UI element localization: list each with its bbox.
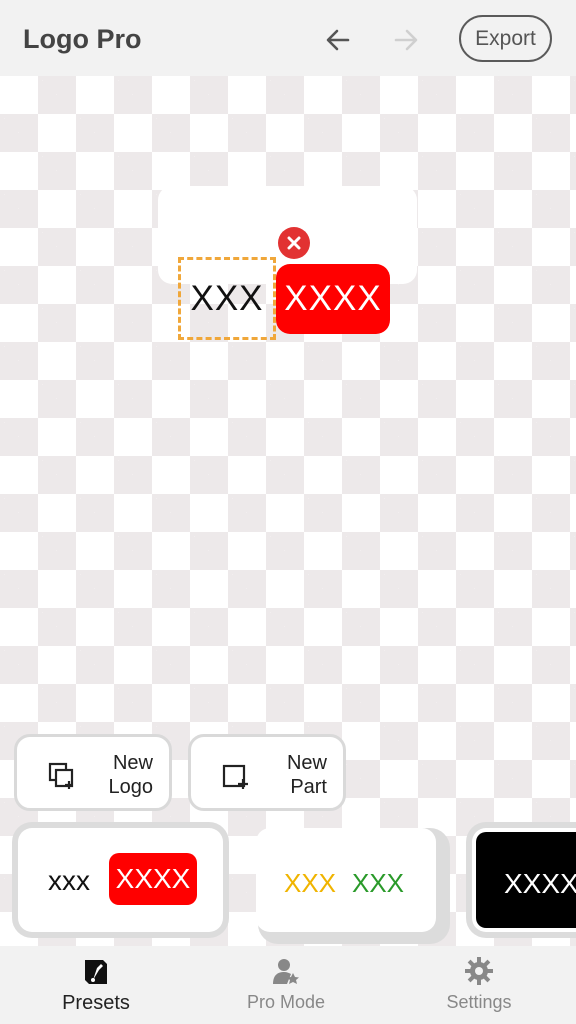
new-logo-label-line2: Logo [108,776,154,798]
settings-gear-icon [465,957,493,985]
nav-label-pro-mode: Pro Mode [246,992,326,1012]
nav-item-settings[interactable]: Settings [383,946,575,1024]
preset-card-3[interactable]: XXXX [472,828,576,932]
new-part-button[interactable]: New Part [188,734,346,811]
new-logo-label: New Logo [109,751,154,799]
new-part-icon [222,764,248,789]
new-part-label: New Part [287,751,327,799]
preset-card-2[interactable]: XXX XXX [256,828,436,932]
pro-mode-icon [273,959,299,984]
nav-item-presets[interactable]: Presets [0,946,192,1024]
logo-text-part-selected[interactable]: XXX [178,257,276,340]
preset-1-badge: XXXX [109,853,197,905]
new-part-label-line1: New [286,752,327,774]
new-part-label-line2: Part [290,776,327,798]
redo-button[interactable] [388,22,424,58]
app-header: Logo Pro Export [0,0,576,76]
preset-2-text-b: XXX [352,868,405,898]
preset-1-text: xxx [48,865,90,896]
undo-button[interactable] [320,22,356,58]
preset-card-1[interactable]: xxx XXXX [18,828,223,932]
presets-icon [85,960,107,984]
app-title: Logo Pro [23,24,142,54]
close-icon [287,236,301,250]
nav-item-pro-mode[interactable]: Pro Mode [190,946,382,1024]
bottom-navigation: Presets Pro Mode Settings [0,946,576,1024]
export-button[interactable]: Export [459,15,552,62]
logo-badge-part[interactable]: XXXX [276,264,390,334]
new-logo-icon [48,762,74,789]
nav-label-settings: Settings [446,992,512,1012]
new-logo-button[interactable]: New Logo [14,734,172,811]
arrow-left-icon [326,29,350,51]
new-logo-label-line1: New [112,752,153,774]
preset-2-text-a: XXX [284,868,337,898]
delete-part-button[interactable] [278,227,310,259]
arrow-right-icon [394,29,418,51]
nav-label-presets: Presets [62,992,130,1014]
preset-3-text: XXXX [504,868,576,899]
